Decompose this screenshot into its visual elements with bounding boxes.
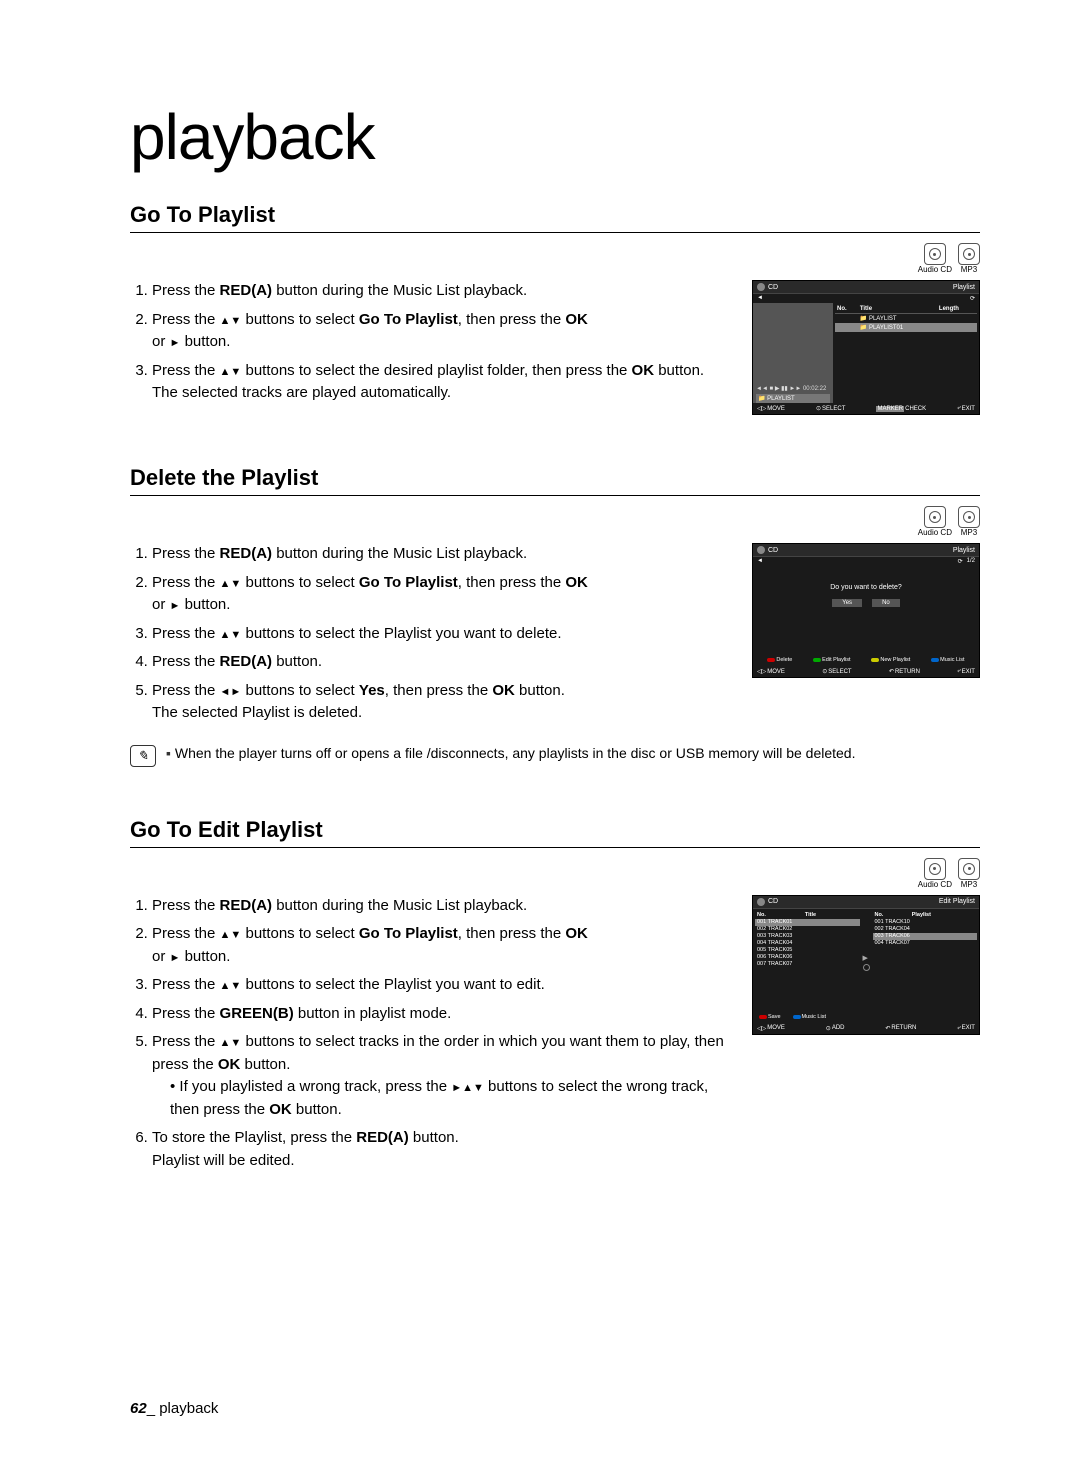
osd-source: CD (768, 898, 778, 905)
osd-footer: ◁▷ MOVE ⊙ SELECT ↶ RETURN ⤶ EXIT (753, 666, 979, 677)
step-3: Press the buttons to select the desired … (152, 360, 732, 405)
osd-time: 00:02:22 (803, 386, 826, 392)
note-icon: ✎ (130, 745, 156, 767)
osd-title: Playlist (953, 547, 975, 554)
osd-list: No.TitleLength 📁 PLAYLIST 📁 PLAYLIST01 (833, 303, 979, 406)
steps-list: Press the RED(A) button during the Music… (130, 280, 732, 411)
osd-folder: PLAYLIST (767, 396, 795, 402)
steps-list: Press the RED(A) button during the Music… (130, 895, 732, 1179)
section-title: Go To Edit Playlist (130, 817, 980, 848)
disc-icons: Audio CD MP3 (130, 506, 980, 537)
osd-screenshot-edit: CD Edit Playlist No.Title 001 TRACK01 002… (752, 895, 980, 1035)
section-delete-playlist: Delete the Playlist Audio CD MP3 Press t… (130, 465, 980, 767)
section-edit-playlist: Go To Edit Playlist Audio CD MP3 Press t… (130, 817, 980, 1179)
osd-page: 1/2 (967, 558, 975, 565)
note-text: When the player turns off or opens a fil… (166, 745, 856, 761)
page-number: 62 (130, 1400, 147, 1417)
osd-screenshot-delete: CDPlaylist ◄⟳1/2 Do you want to delete? … (752, 543, 980, 678)
osd-source: CD (768, 547, 778, 554)
step-1: Press the RED(A) button during the Music… (152, 895, 732, 918)
osd-footer: ◁▷ MOVE ⊙ SELECT MARKER CHECK ⤶ EXIT (753, 403, 979, 414)
note: ✎ When the player turns off or opens a f… (130, 745, 980, 767)
step-2: Press the buttons to select Go To Playli… (152, 572, 732, 617)
osd-color-actions: Delete Edit Playlist New Playlist Music … (753, 657, 979, 663)
section-go-to-playlist: Go To Playlist Audio CD MP3 Press the RE… (130, 202, 980, 415)
osd-transfer-arrows: ▶ (862, 911, 871, 1015)
step-5: Press the buttons to select Yes, then pr… (152, 680, 732, 725)
step-3: Press the buttons to select the Playlist… (152, 623, 732, 646)
section-title: Go To Playlist (130, 202, 980, 233)
step-3: Press the buttons to select the Playlist… (152, 974, 732, 997)
mp3-icon: MP3 (958, 243, 980, 274)
osd-screenshot-playlist: CDPlaylist ◄⟳ ◄◄ ■ ▶ ▮▮ ►► 00:02:22 📁 PL… (752, 280, 980, 415)
section-title: Delete the Playlist (130, 465, 980, 496)
steps-list: Press the RED(A) button during the Music… (130, 543, 732, 731)
audio-cd-icon: Audio CD (918, 243, 952, 274)
osd-left-list: No.Title 001 TRACK01 002 TRACK02 003 TRA… (755, 911, 860, 1015)
osd-no-button: No (872, 599, 900, 607)
step-5: Press the buttons to select tracks in th… (152, 1031, 732, 1121)
step-4: Press the RED(A) button. (152, 651, 732, 674)
step-2: Press the buttons to select Go To Playli… (152, 309, 732, 354)
step-4: Press the GREEN(B) button in playlist mo… (152, 1003, 732, 1026)
osd-color-actions: Save Music List (753, 1014, 979, 1020)
osd-right-list: No.Playlist 001 TRACK10 002 TRACK04 003 … (873, 911, 978, 1015)
step-6: To store the Playlist, press the RED(A) … (152, 1127, 732, 1172)
osd-dialog-text: Do you want to delete? (759, 584, 973, 591)
disc-icons: Audio CD MP3 (130, 243, 980, 274)
mp3-icon: MP3 (958, 858, 980, 889)
step-2: Press the buttons to select Go To Playli… (152, 923, 732, 968)
disc-icons: Audio CD MP3 (130, 858, 980, 889)
osd-yes-button: Yes (832, 599, 862, 607)
footer-label: playback (159, 1400, 218, 1417)
chapter-title: playback (130, 100, 980, 174)
step-1: Press the RED(A) button during the Music… (152, 280, 732, 303)
mp3-icon: MP3 (958, 506, 980, 537)
osd-left-pane: ◄◄ ■ ▶ ▮▮ ►► 00:02:22 📁 PLAYLIST (753, 303, 833, 406)
osd-title: Playlist (953, 284, 975, 291)
audio-cd-icon: Audio CD (918, 506, 952, 537)
page-footer: 62_ playback (130, 1400, 218, 1417)
osd-source: CD (768, 284, 778, 291)
osd-footer: ◁▷ MOVE ⊙ ADD ↶ RETURN ⤶ EXIT (753, 1023, 979, 1034)
mp3-label: MP3 (961, 265, 977, 274)
osd-title: Edit Playlist (939, 898, 975, 905)
audio-cd-label: Audio CD (918, 265, 952, 274)
manual-page: playback Go To Playlist Audio CD MP3 Pre… (0, 0, 1080, 1472)
step-1: Press the RED(A) button during the Music… (152, 543, 732, 566)
audio-cd-icon: Audio CD (918, 858, 952, 889)
